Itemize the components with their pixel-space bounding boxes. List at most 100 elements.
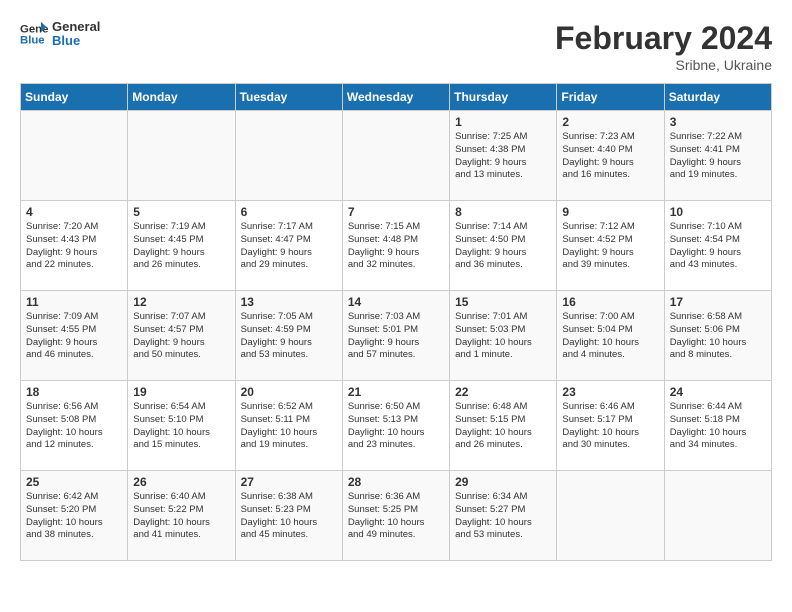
calendar-cell: 8 Sunrise: 7:14 AM Sunset: 4:50 PM Daylig… bbox=[450, 201, 557, 291]
page-subtitle: Sribne, Ukraine bbox=[555, 57, 772, 73]
day-number: 14 bbox=[348, 295, 444, 309]
calendar-cell bbox=[235, 111, 342, 201]
calendar-cell: 27Sunrise: 6:38 AM Sunset: 5:23 PM Dayli… bbox=[235, 471, 342, 561]
calendar-table: SundayMondayTuesdayWednesdayThursdayFrid… bbox=[20, 83, 772, 561]
day-number: 29 bbox=[455, 475, 551, 489]
day-info: Sunrise: 6:52 AM Sunset: 5:11 PM Dayligh… bbox=[241, 401, 337, 452]
day-info: Sunrise: 6:48 AM Sunset: 5:15 PM Dayligh… bbox=[455, 401, 551, 452]
calendar-body: 1 Sunrise: 7:25 AM Sunset: 4:38 PM Daylig… bbox=[21, 111, 772, 561]
day-number: 24 bbox=[670, 385, 766, 399]
day-info: Sunrise: 7:25 AM Sunset: 4:38 PM Dayligh… bbox=[455, 131, 551, 182]
calendar-cell: 4 Sunrise: 7:20 AM Sunset: 4:43 PM Daylig… bbox=[21, 201, 128, 291]
calendar-cell: 6Sunrise: 7:17 AM Sunset: 4:47 PM Daylig… bbox=[235, 201, 342, 291]
day-info: Sunrise: 6:46 AM Sunset: 5:17 PM Dayligh… bbox=[562, 401, 658, 452]
day-number: 18 bbox=[26, 385, 122, 399]
calendar-cell bbox=[342, 111, 449, 201]
day-number: 13 bbox=[241, 295, 337, 309]
calendar-cell: 2Sunrise: 7:23 AM Sunset: 4:40 PM Daylig… bbox=[557, 111, 664, 201]
calendar-cell: 5 Sunrise: 7:19 AM Sunset: 4:45 PM Daylig… bbox=[128, 201, 235, 291]
calendar-cell: 23 Sunrise: 6:46 AM Sunset: 5:17 PM Dayli… bbox=[557, 381, 664, 471]
calendar-cell: 24 Sunrise: 6:44 AM Sunset: 5:18 PM Dayli… bbox=[664, 381, 771, 471]
calendar-cell: 18 Sunrise: 6:56 AM Sunset: 5:08 PM Dayli… bbox=[21, 381, 128, 471]
calendar-cell: 9Sunrise: 7:12 AM Sunset: 4:52 PM Daylig… bbox=[557, 201, 664, 291]
day-number: 7 bbox=[348, 205, 444, 219]
calendar-cell: 25Sunrise: 6:42 AM Sunset: 5:20 PM Dayli… bbox=[21, 471, 128, 561]
day-number: 19 bbox=[133, 385, 229, 399]
calendar-cell: 17 Sunrise: 6:58 AM Sunset: 5:06 PM Dayli… bbox=[664, 291, 771, 381]
day-info: Sunrise: 6:40 AM Sunset: 5:22 PM Dayligh… bbox=[133, 491, 229, 542]
day-info: Sunrise: 7:14 AM Sunset: 4:50 PM Dayligh… bbox=[455, 221, 551, 272]
day-number: 28 bbox=[348, 475, 444, 489]
header-day: Tuesday bbox=[235, 84, 342, 111]
day-number: 16 bbox=[562, 295, 658, 309]
day-info: Sunrise: 7:09 AM Sunset: 4:55 PM Dayligh… bbox=[26, 311, 122, 362]
calendar-cell: 16 Sunrise: 7:00 AM Sunset: 5:04 PM Dayli… bbox=[557, 291, 664, 381]
calendar-cell: 20Sunrise: 6:52 AM Sunset: 5:11 PM Dayli… bbox=[235, 381, 342, 471]
day-info: Sunrise: 7:10 AM Sunset: 4:54 PM Dayligh… bbox=[670, 221, 766, 272]
calendar-cell bbox=[664, 471, 771, 561]
calendar-cell: 10 Sunrise: 7:10 AM Sunset: 4:54 PM Dayli… bbox=[664, 201, 771, 291]
calendar-cell: 22 Sunrise: 6:48 AM Sunset: 5:15 PM Dayli… bbox=[450, 381, 557, 471]
calendar-cell: 11Sunrise: 7:09 AM Sunset: 4:55 PM Dayli… bbox=[21, 291, 128, 381]
day-number: 5 bbox=[133, 205, 229, 219]
header-day: Monday bbox=[128, 84, 235, 111]
day-number: 25 bbox=[26, 475, 122, 489]
calendar-cell: 1 Sunrise: 7:25 AM Sunset: 4:38 PM Daylig… bbox=[450, 111, 557, 201]
day-info: Sunrise: 6:44 AM Sunset: 5:18 PM Dayligh… bbox=[670, 401, 766, 452]
day-info: Sunrise: 6:54 AM Sunset: 5:10 PM Dayligh… bbox=[133, 401, 229, 452]
day-number: 15 bbox=[455, 295, 551, 309]
calendar-cell: 14 Sunrise: 7:03 AM Sunset: 5:01 PM Dayli… bbox=[342, 291, 449, 381]
calendar-week-row: 4 Sunrise: 7:20 AM Sunset: 4:43 PM Daylig… bbox=[21, 201, 772, 291]
calendar-cell: 3 Sunrise: 7:22 AM Sunset: 4:41 PM Daylig… bbox=[664, 111, 771, 201]
day-info: Sunrise: 6:36 AM Sunset: 5:25 PM Dayligh… bbox=[348, 491, 444, 542]
day-info: Sunrise: 6:50 AM Sunset: 5:13 PM Dayligh… bbox=[348, 401, 444, 452]
day-number: 27 bbox=[241, 475, 337, 489]
day-number: 8 bbox=[455, 205, 551, 219]
day-number: 3 bbox=[670, 115, 766, 129]
day-number: 6 bbox=[241, 205, 337, 219]
page-title: February 2024 bbox=[555, 20, 772, 57]
logo: General Blue General Blue bbox=[20, 20, 100, 49]
day-info: Sunrise: 6:58 AM Sunset: 5:06 PM Dayligh… bbox=[670, 311, 766, 362]
calendar-cell: 26 Sunrise: 6:40 AM Sunset: 5:22 PM Dayli… bbox=[128, 471, 235, 561]
day-info: Sunrise: 7:03 AM Sunset: 5:01 PM Dayligh… bbox=[348, 311, 444, 362]
calendar-header: SundayMondayTuesdayWednesdayThursdayFrid… bbox=[21, 84, 772, 111]
header-day: Friday bbox=[557, 84, 664, 111]
header-day: Wednesday bbox=[342, 84, 449, 111]
calendar-cell: 12 Sunrise: 7:07 AM Sunset: 4:57 PM Dayli… bbox=[128, 291, 235, 381]
calendar-cell: 21 Sunrise: 6:50 AM Sunset: 5:13 PM Dayli… bbox=[342, 381, 449, 471]
calendar-cell: 7Sunrise: 7:15 AM Sunset: 4:48 PM Daylig… bbox=[342, 201, 449, 291]
day-number: 26 bbox=[133, 475, 229, 489]
svg-text:Blue: Blue bbox=[20, 35, 45, 47]
title-block: February 2024 Sribne, Ukraine bbox=[555, 20, 772, 73]
calendar-cell bbox=[21, 111, 128, 201]
day-number: 23 bbox=[562, 385, 658, 399]
day-info: Sunrise: 6:34 AM Sunset: 5:27 PM Dayligh… bbox=[455, 491, 551, 542]
day-number: 4 bbox=[26, 205, 122, 219]
header-row: SundayMondayTuesdayWednesdayThursdayFrid… bbox=[21, 84, 772, 111]
calendar-cell: 19 Sunrise: 6:54 AM Sunset: 5:10 PM Dayli… bbox=[128, 381, 235, 471]
day-info: Sunrise: 7:01 AM Sunset: 5:03 PM Dayligh… bbox=[455, 311, 551, 362]
calendar-cell bbox=[128, 111, 235, 201]
day-number: 10 bbox=[670, 205, 766, 219]
day-number: 21 bbox=[348, 385, 444, 399]
day-info: Sunrise: 6:56 AM Sunset: 5:08 PM Dayligh… bbox=[26, 401, 122, 452]
day-number: 22 bbox=[455, 385, 551, 399]
calendar-cell: 15 Sunrise: 7:01 AM Sunset: 5:03 PM Dayli… bbox=[450, 291, 557, 381]
day-number: 12 bbox=[133, 295, 229, 309]
calendar-cell bbox=[557, 471, 664, 561]
day-info: Sunrise: 7:07 AM Sunset: 4:57 PM Dayligh… bbox=[133, 311, 229, 362]
calendar-week-row: 11Sunrise: 7:09 AM Sunset: 4:55 PM Dayli… bbox=[21, 291, 772, 381]
day-info: Sunrise: 7:20 AM Sunset: 4:43 PM Dayligh… bbox=[26, 221, 122, 272]
day-info: Sunrise: 7:23 AM Sunset: 4:40 PM Dayligh… bbox=[562, 131, 658, 182]
day-number: 17 bbox=[670, 295, 766, 309]
calendar-week-row: 18 Sunrise: 6:56 AM Sunset: 5:08 PM Dayli… bbox=[21, 381, 772, 471]
day-info: Sunrise: 7:22 AM Sunset: 4:41 PM Dayligh… bbox=[670, 131, 766, 182]
day-info: Sunrise: 7:00 AM Sunset: 5:04 PM Dayligh… bbox=[562, 311, 658, 362]
day-info: Sunrise: 7:12 AM Sunset: 4:52 PM Dayligh… bbox=[562, 221, 658, 272]
logo-icon: General Blue bbox=[20, 20, 48, 48]
logo-line2: Blue bbox=[52, 34, 100, 48]
day-info: Sunrise: 7:05 AM Sunset: 4:59 PM Dayligh… bbox=[241, 311, 337, 362]
day-number: 1 bbox=[455, 115, 551, 129]
day-info: Sunrise: 7:19 AM Sunset: 4:45 PM Dayligh… bbox=[133, 221, 229, 272]
